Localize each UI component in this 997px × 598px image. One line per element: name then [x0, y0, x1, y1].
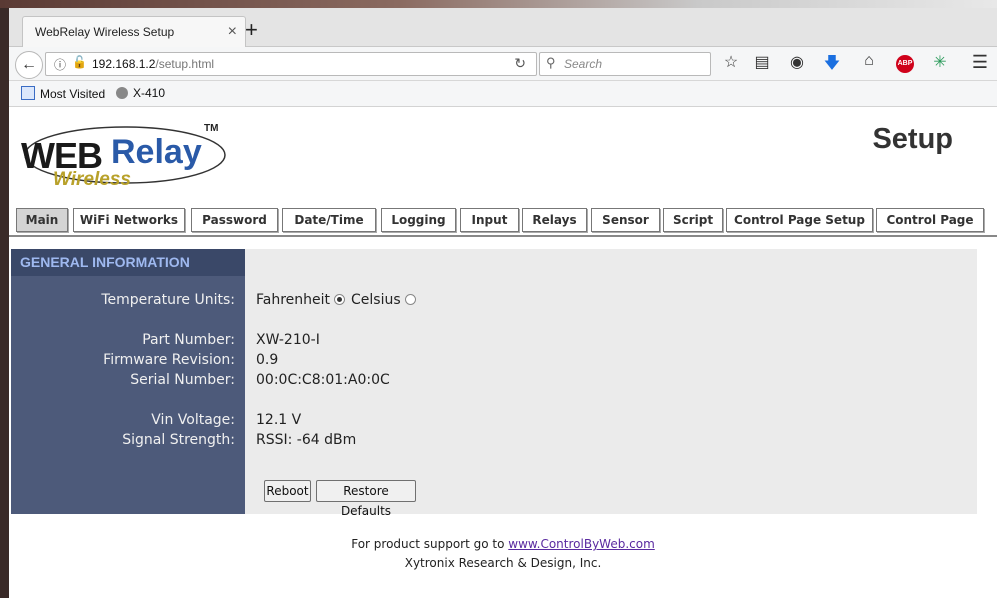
part-number-label: Part Number:: [142, 332, 235, 348]
back-button[interactable]: ←: [15, 51, 43, 79]
browser-tab[interactable]: WebRelay Wireless Setup ×: [22, 16, 246, 49]
celsius-label: Celsius: [351, 292, 401, 308]
download-icon[interactable]: 🡇: [821, 52, 843, 79]
temperature-units-label: Temperature Units:: [101, 292, 235, 308]
adblock-icon[interactable]: ABP: [896, 55, 914, 73]
section-heading: GENERAL INFORMATION: [11, 249, 245, 276]
bookmark-most-visited[interactable]: Most Visited: [21, 86, 105, 101]
bookmark-star-icon[interactable]: ☆: [720, 52, 742, 72]
tab-bar: WebRelay Wireless Setup × +: [9, 8, 997, 49]
search-box[interactable]: ⚲ Search: [539, 52, 711, 76]
close-tab-icon[interactable]: ×: [228, 23, 237, 41]
general-information-panel: GENERAL INFORMATION Temperature Units: F…: [11, 249, 977, 518]
serial-number-value: 00:0C:C8:01:A0:0C: [256, 372, 390, 388]
globe-icon: [116, 87, 128, 99]
tab-logging[interactable]: Logging: [381, 208, 456, 232]
tab-wifi-networks[interactable]: WiFi Networks: [73, 208, 185, 232]
menu-divider: [9, 235, 997, 237]
extension-icon[interactable]: ✳: [929, 52, 951, 72]
new-tab-button[interactable]: +: [245, 17, 258, 43]
tab-title: WebRelay Wireless Setup: [35, 25, 175, 39]
reading-list-icon[interactable]: ▤: [751, 52, 773, 72]
company-name: Xytronix Research & Design, Inc.: [404, 556, 602, 570]
serial-number-label: Serial Number:: [130, 372, 235, 388]
bookmark-x410[interactable]: X-410: [116, 86, 165, 100]
fahrenheit-label: Fahrenheit: [256, 292, 331, 308]
info-icon[interactable]: ⓘ: [54, 56, 66, 73]
page-title: Setup: [872, 123, 953, 155]
tab-input[interactable]: Input: [460, 208, 519, 232]
tab-password[interactable]: Password: [191, 208, 278, 232]
vin-voltage-label: Vin Voltage:: [151, 412, 235, 428]
url-text: 192.168.1.2/setup.html: [92, 57, 215, 71]
search-icon: ⚲: [546, 55, 556, 70]
firmware-revision-value: 0.9: [256, 352, 279, 368]
tab-relays[interactable]: Relays: [522, 208, 587, 232]
window-frame-left: [0, 0, 9, 598]
search-placeholder: Search: [564, 57, 603, 71]
firmware-revision-label: Firmware Revision:: [103, 352, 235, 368]
reload-icon[interactable]: ↻: [514, 55, 526, 72]
tab-control-page-setup[interactable]: Control Page Setup: [726, 208, 873, 232]
restore-defaults-button[interactable]: Restore Defaults: [316, 480, 416, 518]
web-page: WEB Relay Wireless TM Setup Main WiFi Ne…: [9, 107, 997, 598]
fahrenheit-radio[interactable]: [334, 294, 346, 305]
signal-strength-label: Signal Strength:: [122, 432, 235, 448]
tab-date-time[interactable]: Date/Time: [282, 208, 376, 232]
window-frame-top: [0, 0, 997, 8]
reboot-button[interactable]: Reboot: [264, 480, 311, 502]
home-icon[interactable]: ⌂: [858, 52, 880, 70]
tab-main[interactable]: Main: [16, 208, 68, 232]
tab-control-page[interactable]: Control Page: [876, 208, 984, 232]
signal-strength-value: RSSI: -64 dBm: [256, 432, 357, 448]
navigation-toolbar: ← ⓘ 🔓 192.168.1.2/setup.html ↻ ⚲ Search …: [9, 47, 997, 81]
pocket-icon[interactable]: ◉: [786, 52, 808, 72]
address-bar[interactable]: ⓘ 🔓 192.168.1.2/setup.html ↻: [45, 52, 537, 76]
support-text: For product support go to: [351, 537, 505, 551]
support-link[interactable]: www.ControlByWeb.com: [508, 537, 654, 551]
temperature-units-options: Fahrenheit Celsius: [256, 292, 422, 308]
folder-icon: [21, 86, 35, 100]
insecure-lock-icon: 🔓: [72, 55, 87, 69]
webrelay-logo: WEB Relay Wireless TM: [21, 121, 231, 193]
menu-hamburger-icon[interactable]: ☰: [969, 52, 991, 73]
tab-script[interactable]: Script: [663, 208, 723, 232]
bookmarks-toolbar: Most Visited X-410: [9, 81, 997, 107]
support-line: For product support go to www.ControlByW…: [9, 537, 997, 551]
tab-sensor[interactable]: Sensor: [591, 208, 660, 232]
setup-menu: Main WiFi Networks Password Date/Time Lo…: [16, 208, 996, 234]
part-number-value: XW-210-I: [256, 332, 320, 348]
celsius-radio[interactable]: [404, 294, 416, 305]
vin-voltage-value: 12.1 V: [256, 412, 302, 428]
